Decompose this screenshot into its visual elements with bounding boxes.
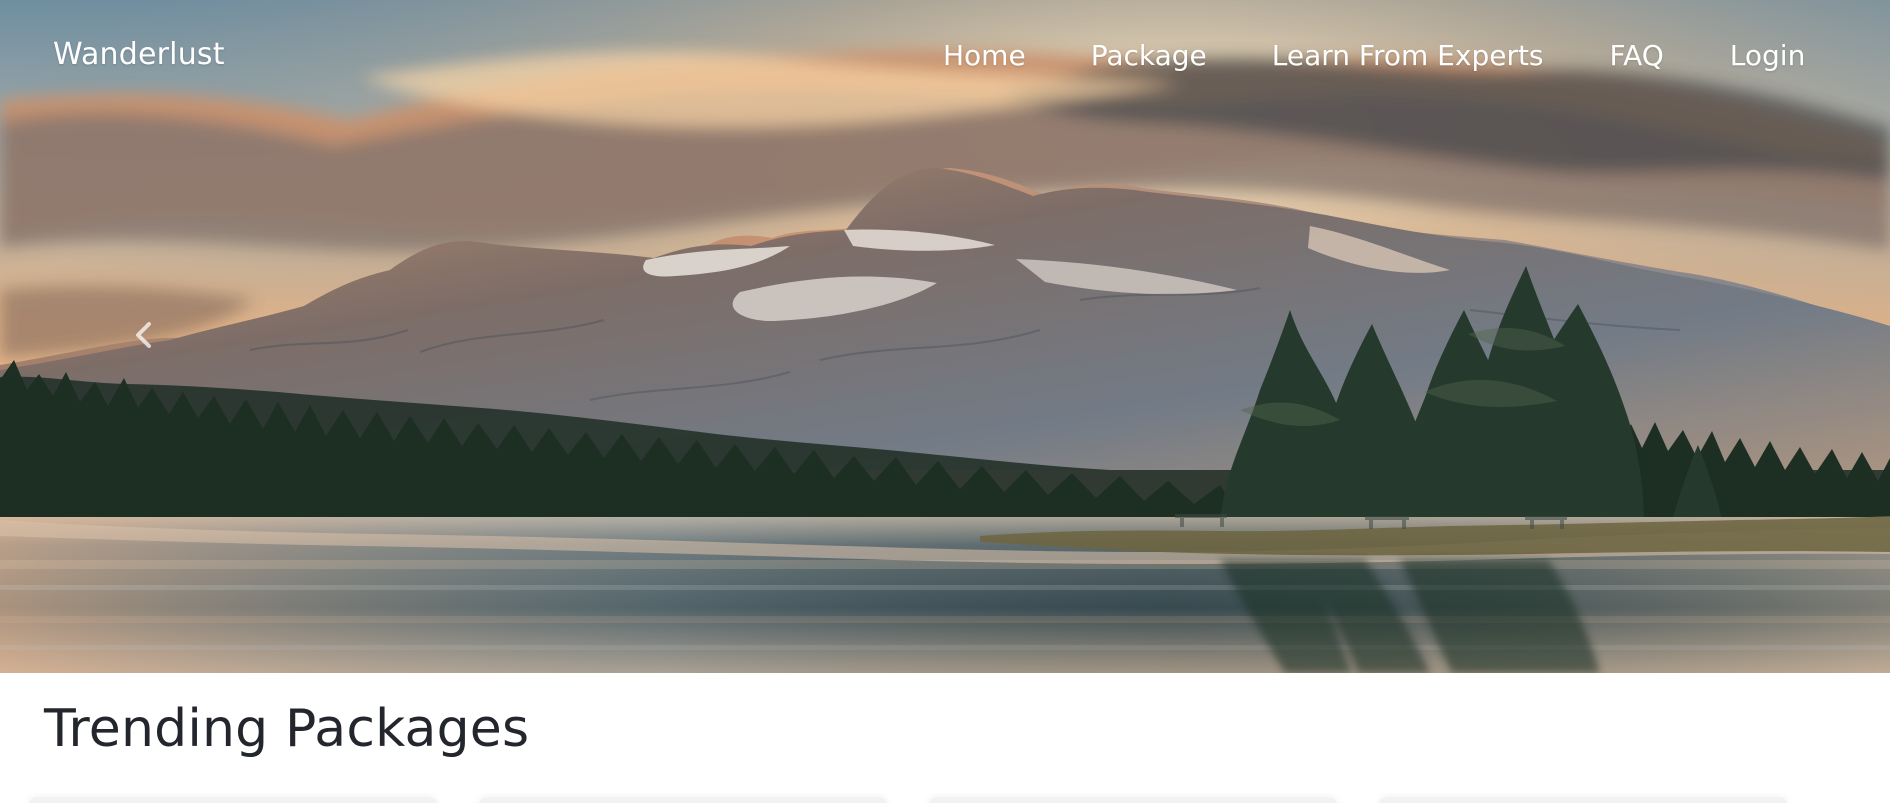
nav-faq-link[interactable]: FAQ <box>1610 35 1664 77</box>
travel-homepage: Wanderlust Home Package Learn From Exper… <box>0 0 1890 803</box>
carousel-previous-button[interactable] <box>126 315 160 355</box>
package-card-top-edge <box>1378 797 1788 803</box>
nav-home-link[interactable]: Home <box>943 35 1026 77</box>
package-card-top-edge <box>928 797 1338 803</box>
package-card-top-edge <box>478 797 888 803</box>
brand-logo[interactable]: Wanderlust <box>53 34 225 76</box>
main-navigation: Home Package Learn From Experts FAQ Logi… <box>943 35 1805 77</box>
package-cards-edge <box>0 793 1890 803</box>
main-content: Trending Packages <box>0 673 1890 803</box>
chevron-left-icon <box>136 322 151 348</box>
nav-package-link[interactable]: Package <box>1091 35 1207 77</box>
nav-learn-from-experts-link[interactable]: Learn From Experts <box>1272 35 1544 77</box>
trending-packages-heading: Trending Packages <box>44 699 530 759</box>
package-card-top-edge <box>28 797 438 803</box>
site-header: Wanderlust Home Package Learn From Exper… <box>0 0 1890 110</box>
nav-login-link[interactable]: Login <box>1730 35 1806 77</box>
